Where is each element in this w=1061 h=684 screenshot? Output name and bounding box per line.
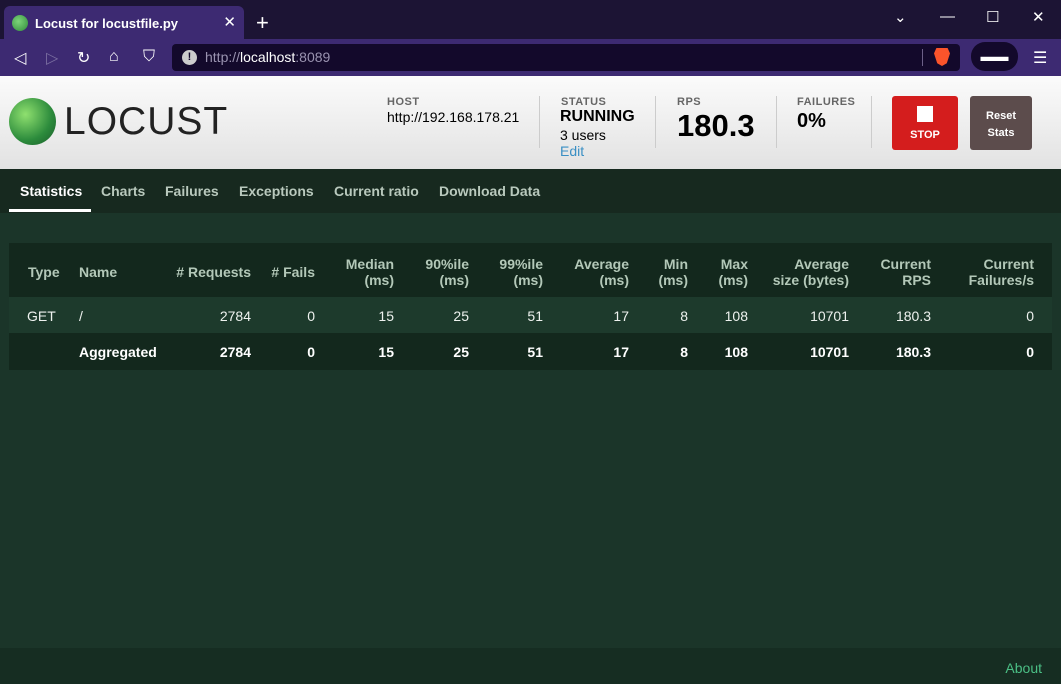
cell-current-failures: 0 <box>1026 344 1034 360</box>
stop-label: STOP <box>910 129 940 141</box>
divider <box>539 96 540 148</box>
cell-median: 15 <box>378 308 394 324</box>
home-icon[interactable]: ⌂ <box>109 48 119 66</box>
logo-text: LOCUST <box>64 100 229 143</box>
table-row-aggregated: Aggregated 2784 0 15 25 51 17 8 108 1070… <box>9 333 1052 370</box>
chevron-down-icon[interactable]: ⌄ <box>894 8 907 26</box>
cell-current-rps: 180.3 <box>895 308 931 324</box>
table-row: GET / 2784 0 15 25 51 17 8 108 10701 180… <box>9 297 1052 333</box>
reload-icon[interactable]: ↻ <box>77 48 90 68</box>
col-header-max[interactable]: Max (ms) <box>692 256 748 288</box>
minimize-icon[interactable]: — <box>940 8 955 25</box>
cell-min: 8 <box>680 344 688 360</box>
tab-charts[interactable]: Charts <box>101 183 145 199</box>
browser-tab[interactable]: Locust for locustfile.py ✕ <box>4 6 244 39</box>
reset-label: Reset Stats <box>986 110 1016 139</box>
stop-button[interactable]: STOP <box>892 96 958 150</box>
rps-label: RPS <box>677 96 702 108</box>
tab-statistics[interactable]: Statistics <box>20 183 82 199</box>
col-header-fails[interactable]: # Fails <box>259 264 315 280</box>
col-header-90ile[interactable]: 90%ile (ms) <box>399 256 469 288</box>
reset-stats-button[interactable]: Reset Stats <box>970 96 1032 150</box>
failures-label: FAILURES <box>797 96 856 108</box>
url-text[interactable]: http://localhost:8089 <box>205 49 330 65</box>
bookmark-icon[interactable]: ⛉ <box>143 48 155 66</box>
col-header-current-rps[interactable]: Current RPS <box>854 256 931 288</box>
col-header-median[interactable]: Median (ms) <box>324 256 394 288</box>
cell-name: Aggregated <box>79 344 157 360</box>
col-header-requests[interactable]: # Requests <box>159 264 251 280</box>
cell-requests: 2784 <box>219 308 251 324</box>
failures-value: 0% <box>797 110 826 132</box>
tab-failures[interactable]: Failures <box>165 183 219 199</box>
cell-requests: 2784 <box>219 344 251 360</box>
close-tab-icon[interactable]: ✕ <box>223 13 236 31</box>
cell-max: 108 <box>724 308 748 324</box>
cell-avg-size: 10701 <box>810 344 849 360</box>
cell-avg-size: 10701 <box>810 308 849 324</box>
locust-header: LOCUST HOST http://192.168.178.21 STATUS… <box>0 76 1061 169</box>
col-header-current-failures[interactable]: Current Failures/s <box>939 256 1034 288</box>
users-count: 3 users <box>560 127 606 143</box>
col-header-average[interactable]: Average (ms) <box>549 256 629 288</box>
browser-toolbar: ◁ ▷ ↻ ⌂ ⛉ ! http://localhost:8089 ▬▬ ☰ <box>0 39 1061 76</box>
rps-value: 180.3 <box>677 108 755 143</box>
active-tab-indicator <box>9 209 91 212</box>
cell-average: 17 <box>613 308 629 324</box>
divider <box>871 96 872 148</box>
info-icon[interactable]: ! <box>182 50 197 65</box>
cell-name: / <box>79 308 83 324</box>
locust-favicon-icon <box>12 15 28 31</box>
col-header-min[interactable]: Min (ms) <box>634 256 688 288</box>
cell-99ile: 51 <box>527 344 543 360</box>
locust-logo-icon <box>9 98 56 145</box>
cell-current-rps: 180.3 <box>895 344 931 360</box>
status-label: STATUS <box>561 96 607 108</box>
footer: About <box>0 648 1061 684</box>
col-header-avg-size[interactable]: Average size (bytes) <box>754 256 849 288</box>
host-label: HOST <box>387 96 420 108</box>
browser-titlebar: Locust for locustfile.py ✕ + ⌄ — ☐ ✕ <box>0 0 1061 39</box>
about-link[interactable]: About <box>1005 660 1042 676</box>
cell-99ile: 51 <box>527 308 543 324</box>
cell-average: 17 <box>613 344 629 360</box>
new-tab-icon[interactable]: + <box>256 12 269 34</box>
edit-link[interactable]: Edit <box>560 143 584 159</box>
url-divider <box>922 49 923 66</box>
private-glasses-icon[interactable]: ▬▬ <box>971 42 1018 71</box>
cell-fails: 0 <box>307 308 315 324</box>
cell-fails: 0 <box>307 344 315 360</box>
tab-current-ratio[interactable]: Current ratio <box>334 183 419 199</box>
host-value: http://192.168.178.21 <box>387 109 520 125</box>
tab-exceptions[interactable]: Exceptions <box>239 183 314 199</box>
tab-title: Locust for locustfile.py <box>35 16 179 31</box>
main-tabs: Statistics Charts Failures Exceptions Cu… <box>0 169 1061 213</box>
address-bar[interactable]: ! http://localhost:8089 <box>172 44 960 71</box>
col-header-type[interactable]: Type <box>28 264 60 280</box>
divider <box>655 96 656 148</box>
col-header-99ile[interactable]: 99%ile (ms) <box>473 256 543 288</box>
statistics-table: Type Name # Requests # Fails Median (ms) … <box>9 243 1052 370</box>
window-close-icon[interactable]: ✕ <box>1032 8 1045 26</box>
maximize-icon[interactable]: ☐ <box>986 8 999 26</box>
cell-type: GET <box>27 308 56 324</box>
divider <box>776 96 777 148</box>
cell-90ile: 25 <box>453 308 469 324</box>
cell-min: 8 <box>680 308 688 324</box>
cell-current-failures: 0 <box>1026 308 1034 324</box>
cell-90ile: 25 <box>453 344 469 360</box>
status-value: RUNNING <box>560 108 635 125</box>
forward-icon[interactable]: ▷ <box>46 48 58 68</box>
cell-median: 15 <box>378 344 394 360</box>
back-icon[interactable]: ◁ <box>14 48 26 68</box>
menu-icon[interactable]: ☰ <box>1033 48 1047 68</box>
brave-shield-icon[interactable] <box>934 48 950 66</box>
tab-download-data[interactable]: Download Data <box>439 183 540 199</box>
stop-icon <box>917 106 933 122</box>
col-header-name[interactable]: Name <box>79 264 117 280</box>
cell-max: 108 <box>724 344 748 360</box>
